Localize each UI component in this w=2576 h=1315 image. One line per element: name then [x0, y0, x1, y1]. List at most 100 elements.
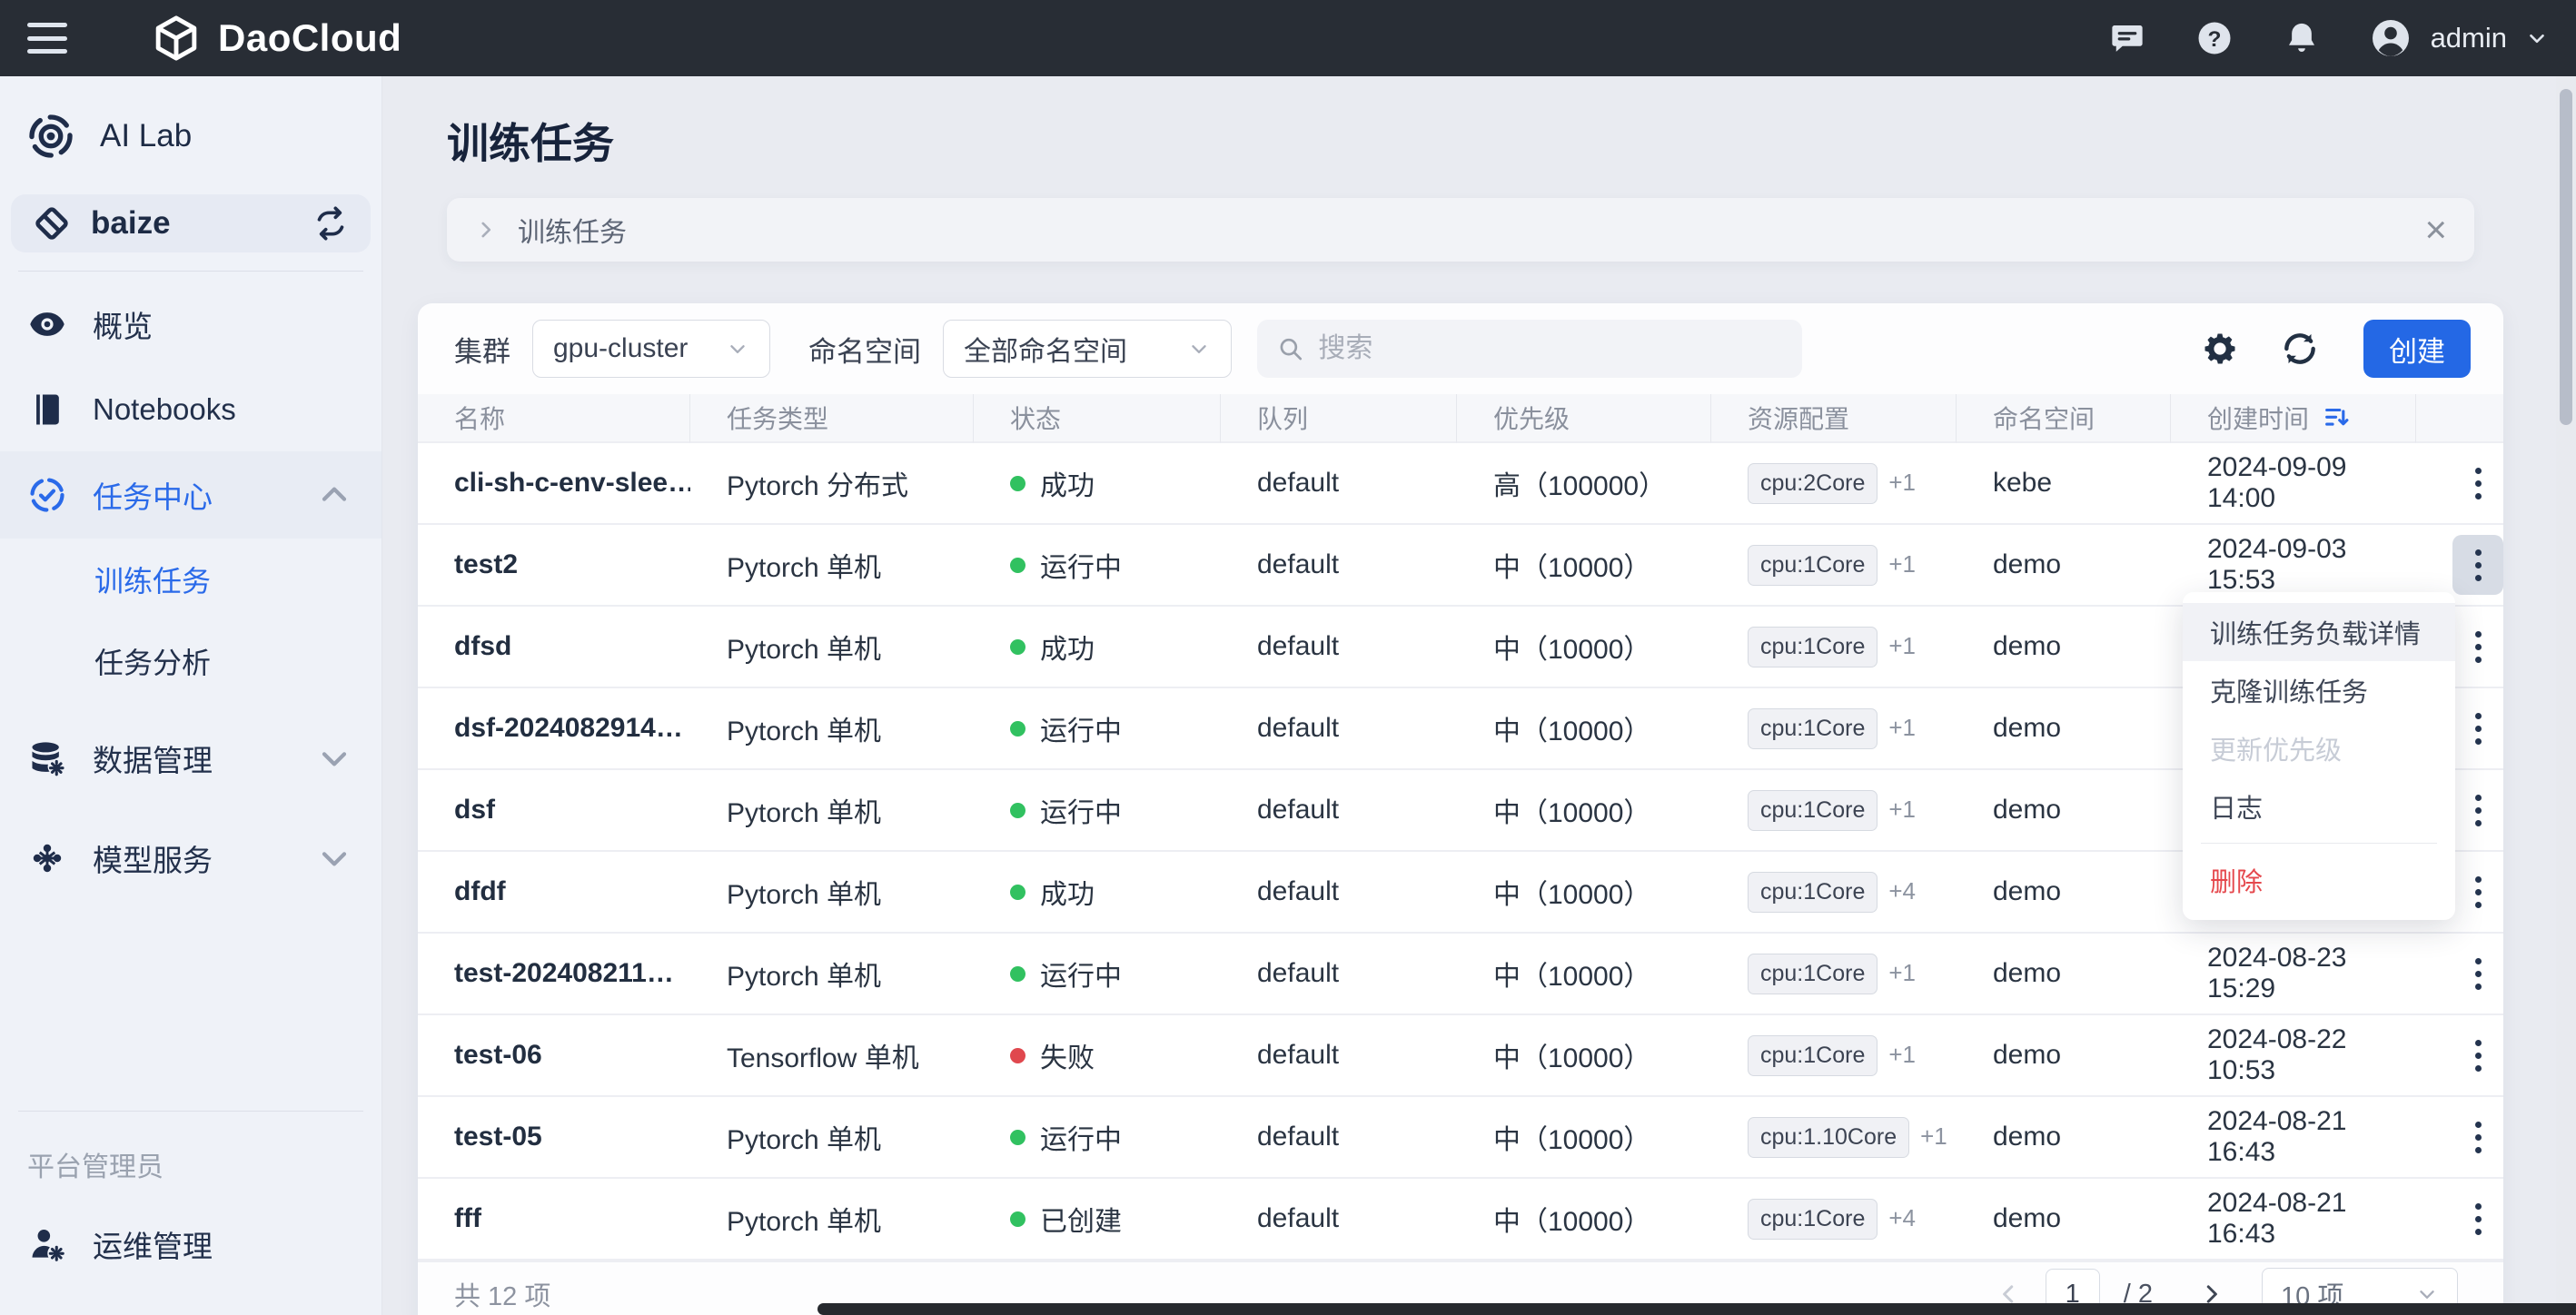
refresh-icon[interactable]	[2278, 327, 2322, 371]
cell-actions	[2416, 1179, 2503, 1261]
notifications-bell-icon[interactable]	[2282, 18, 2322, 58]
sidebar-item-overview[interactable]: 概览	[0, 281, 381, 368]
cluster-select[interactable]: gpu-cluster	[532, 320, 770, 378]
sidebar-item-notebooks[interactable]: Notebooks	[0, 368, 381, 451]
context-menu-item[interactable]: 日志	[2183, 777, 2455, 835]
resource-tag: cpu:1Core	[1748, 872, 1878, 913]
horizontal-scrollbar-thumb[interactable]	[817, 1303, 2576, 1315]
status-dot	[1010, 639, 1025, 655]
cell-type: Pytorch 单机	[690, 770, 974, 852]
cell-created: 2024-08-22 10:53	[2171, 1015, 2416, 1097]
sidebar-item-data-management[interactable]: 数据管理	[0, 715, 381, 802]
resource-extra[interactable]: +1	[1888, 1041, 1916, 1068]
switch-workspace-icon[interactable]	[312, 205, 349, 242]
feedback-icon[interactable]	[2107, 18, 2147, 58]
cell-type: Tensorflow 单机	[690, 1015, 974, 1097]
hamburger-menu-icon[interactable]	[27, 23, 67, 54]
table-row[interactable]: cli-sh-c-env-slee… Pytorch 分布式 成功 defaul…	[418, 443, 2503, 525]
sidebar-item-ops-management[interactable]: 运维管理	[0, 1201, 381, 1288]
breadcrumb[interactable]: 训练任务	[518, 210, 627, 250]
table-row[interactable]: test-05 Pytorch 单机 运行中 default 中（10000） …	[418, 1097, 2503, 1179]
row-kebab-button[interactable]	[2452, 535, 2503, 595]
cell-priority: 中（10000）	[1457, 1097, 1711, 1179]
sidebar-item-training-tasks[interactable]: 训练任务	[0, 539, 381, 620]
search-input[interactable]	[1318, 333, 1782, 364]
close-icon[interactable]: ×	[2424, 211, 2447, 249]
context-menu: 训练任务负载详情 克隆训练任务 更新优先级 日志 删除	[2183, 592, 2455, 920]
sort-descending-icon[interactable]	[2322, 402, 2353, 433]
resource-tag: cpu:1Core	[1748, 627, 1878, 667]
resource-extra[interactable]: +1	[1888, 959, 1916, 986]
workspace-icon	[33, 204, 71, 242]
table-row[interactable]: test-202408211… Pytorch 单机 运行中 default 中…	[418, 934, 2503, 1015]
daocloud-cube-icon	[151, 13, 202, 64]
resource-extra[interactable]: +4	[1888, 1204, 1916, 1231]
context-menu-item[interactable]: 删除	[2183, 851, 2455, 909]
status-dot	[1010, 1211, 1025, 1227]
user-menu[interactable]: admin	[2369, 16, 2549, 60]
svg-text:?: ?	[2207, 27, 2221, 52]
cell-type: Pytorch 单机	[690, 1179, 974, 1261]
settings-gear-icon[interactable]	[2198, 327, 2242, 371]
row-kebab-button[interactable]	[2452, 862, 2503, 922]
status-label: 成功	[1040, 463, 1095, 503]
sidebar-item-label: Notebooks	[93, 392, 354, 427]
sidebar-group-task-center[interactable]: 任务中心	[0, 451, 381, 539]
col-header-priority: 优先级	[1457, 394, 1711, 443]
resource-extra[interactable]: +1	[1888, 714, 1916, 741]
vertical-scrollbar-thumb[interactable]	[2560, 89, 2572, 425]
create-button[interactable]: 创建	[2363, 320, 2471, 378]
row-kebab-button[interactable]	[2452, 453, 2503, 513]
cell-queue: default	[1221, 1015, 1457, 1097]
product-header: AI Lab	[0, 76, 381, 189]
namespace-select[interactable]: 全部命名空间	[943, 320, 1232, 378]
row-kebab-button[interactable]	[2452, 698, 2503, 758]
cell-name: test2	[418, 525, 690, 607]
user-name: admin	[2431, 22, 2507, 54]
workspace-selector[interactable]: baize	[11, 194, 371, 252]
resource-extra[interactable]: +1	[1888, 469, 1916, 496]
row-kebab-button[interactable]	[2452, 617, 2503, 677]
status-dot	[1010, 476, 1025, 491]
status-label: 成功	[1040, 872, 1095, 912]
resource-extra[interactable]: +1	[1888, 550, 1916, 578]
col-header-created-label: 创建时间	[2207, 400, 2309, 436]
brand-name: DaoCloud	[218, 16, 401, 60]
brand-logo: DaoCloud	[151, 13, 401, 64]
resource-extra[interactable]: +1	[1888, 632, 1916, 659]
row-kebab-button[interactable]	[2452, 1189, 2503, 1249]
cell-type: Pytorch 单机	[690, 607, 974, 688]
sidebar-bottom: 平台管理员 运维管理	[0, 1093, 381, 1288]
resource-tag: cpu:1Core	[1748, 1035, 1878, 1076]
row-kebab-button[interactable]	[2452, 1107, 2503, 1167]
row-kebab-button[interactable]	[2452, 944, 2503, 1004]
cell-type: Pytorch 单机	[690, 525, 974, 607]
chevron-down-icon	[726, 337, 749, 361]
table-row[interactable]: fff Pytorch 单机 已创建 default 中（10000） cpu:…	[418, 1179, 2503, 1261]
status-label: 运行中	[1040, 708, 1122, 748]
help-icon[interactable]: ?	[2195, 18, 2234, 58]
resource-extra[interactable]: +1	[1920, 1122, 1947, 1150]
cluster-label: 集群	[454, 329, 510, 370]
table-header-row: 名称 任务类型 状态 队列 优先级 资源配置 命名空间 创建时间	[418, 394, 2503, 443]
resource-extra[interactable]: +4	[1888, 877, 1916, 905]
cell-queue: default	[1221, 934, 1457, 1015]
cell-name: dsf	[418, 770, 690, 852]
row-kebab-button[interactable]	[2452, 780, 2503, 840]
context-menu-item: 更新优先级	[2183, 719, 2455, 777]
context-menu-item[interactable]: 克隆训练任务	[2183, 661, 2455, 719]
row-kebab-button[interactable]	[2452, 1025, 2503, 1085]
status-label: 已创建	[1040, 1199, 1122, 1239]
context-menu-item[interactable]: 训练任务负载详情	[2183, 603, 2455, 661]
cell-actions	[2416, 934, 2503, 1015]
vertical-scrollbar-track[interactable]	[2556, 76, 2576, 1315]
product-name: AI Lab	[100, 118, 192, 154]
status-dot	[1010, 885, 1025, 900]
status-label: 运行中	[1040, 545, 1122, 585]
status-dot	[1010, 1130, 1025, 1145]
sidebar-item-task-analysis[interactable]: 任务分析	[0, 620, 381, 702]
table-row[interactable]: test-06 Tensorflow 单机 失败 default 中（10000…	[418, 1015, 2503, 1097]
sidebar-item-model-services[interactable]: 模型服务	[0, 815, 381, 902]
resource-extra[interactable]: +1	[1888, 796, 1916, 823]
status-dot	[1010, 558, 1025, 573]
